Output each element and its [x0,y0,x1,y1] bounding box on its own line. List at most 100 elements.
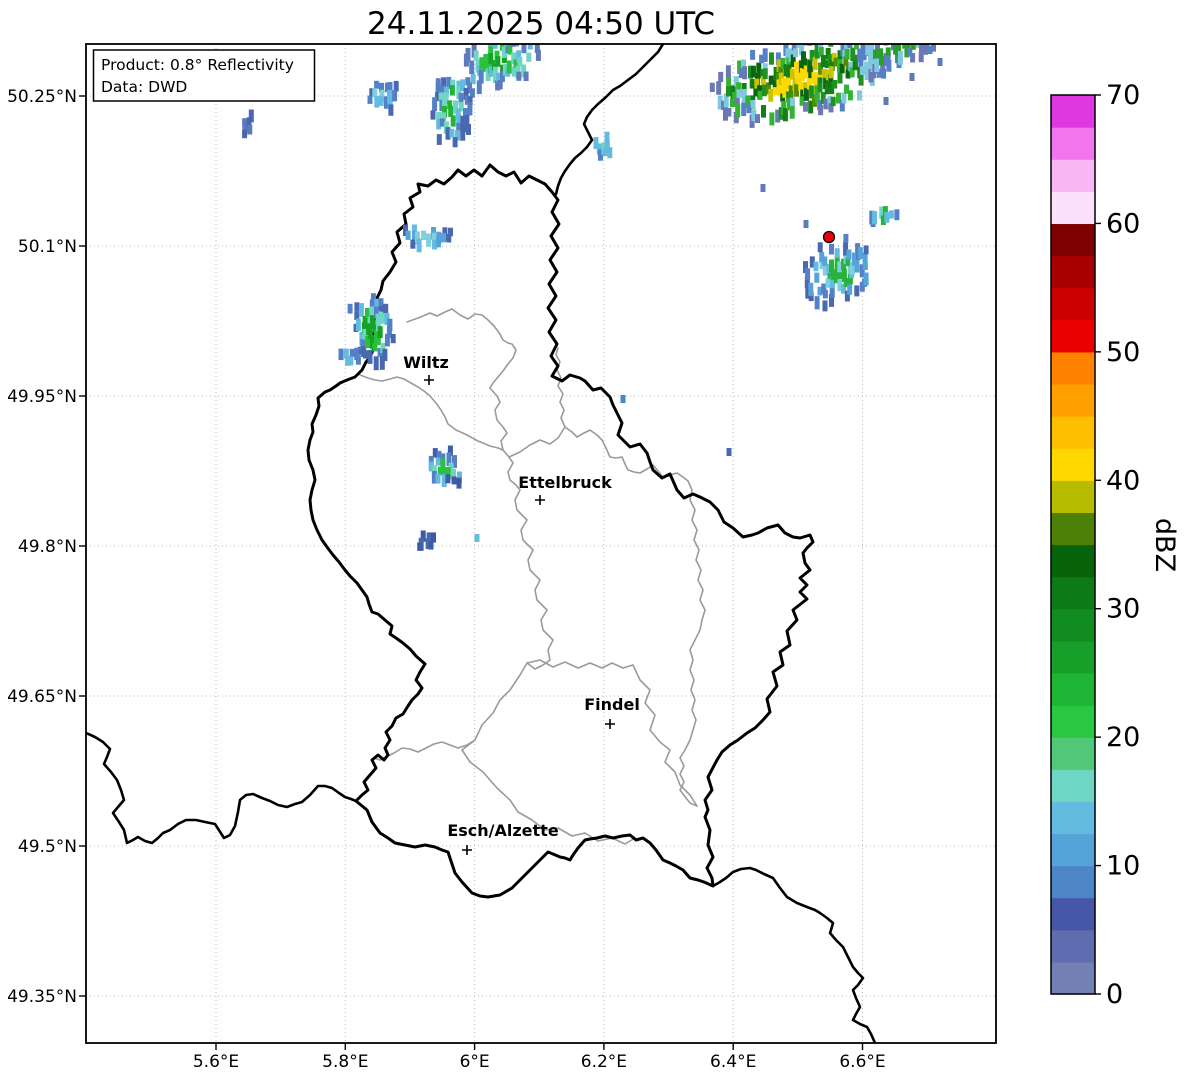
radar-echo-speck [937,58,943,66]
district-border-luxembourg-left [461,662,636,845]
radar-echo-cell [874,58,880,72]
radar-echo-cell [436,134,442,145]
radar-echo-speck [803,220,809,228]
district-border-luxembourg-top [526,659,698,807]
radar-echo-cell [863,245,869,255]
radar-echo-cell [432,97,438,112]
radar-echo-cell [478,70,484,84]
colorbar-band [1051,255,1095,289]
radar-echo-wiltz-cluster-sw [338,347,361,366]
radar-echo-cell [377,326,383,339]
radar-echo-cell [841,92,847,104]
x-tick-label: 6°E [460,1052,490,1072]
radar-echo-north-dash [242,109,254,139]
radar-echo-cell [435,473,441,484]
district-border-vianden [555,347,566,428]
radar-echo-cell [856,90,862,101]
district-border-wiltz-north [406,308,517,389]
city-label: Esch/Alzette [447,821,559,840]
x-tick-label: 6.6°E [839,1052,885,1072]
radar-echo-cell [348,356,354,366]
radar-echo-cell [812,56,818,71]
radar-echo-cell [735,104,741,118]
radar-echo-speck [760,184,766,192]
radar-echo-cell [392,90,398,102]
radar-echo-cell [789,105,795,119]
radar-echo-cell [467,102,473,116]
radar-echo-cell [448,105,454,117]
radar-echo-cell [374,80,380,89]
colorbar-band [1051,127,1095,160]
colorbar-band [1051,448,1095,481]
radar-echo-ne-storm-core [709,30,889,128]
colorbar-tick-label: 20 [1106,722,1140,753]
radar-echo-cell [726,107,732,117]
colorbar-band [1051,897,1095,931]
radar-echo-cell [769,52,774,65]
radar-echo-cell [417,542,423,551]
radar-echo-cell [535,49,541,61]
colorbar-tick-label: 30 [1106,594,1140,625]
radar-echo-cell [355,318,361,331]
radar-echo-cell [827,30,832,39]
city-plus-icon [535,495,545,505]
radar-echo-cell [445,474,451,484]
radar-echo-cell [844,49,850,60]
radar-echo-cell [347,303,353,314]
country-border-luxembourg [306,163,815,899]
radar-echo-speck [883,97,889,105]
colorbar-band [1051,287,1095,321]
city-label: Ettelbruck [518,473,612,492]
page-title: 24.11.2025 04:50 UTC [367,6,715,42]
radar-echo-cell [607,147,613,159]
radar-echo-north-cell-3 [367,80,399,116]
radar-echo-cell [894,209,900,221]
radar-site-marker [822,230,836,244]
radar-echo-cell [813,261,819,272]
radar-echo-cell [888,210,894,219]
radar-echo-cell [847,284,853,295]
radar-echo-north-cell-2 [430,76,475,148]
radar-echo-cell [495,56,501,67]
radar-echo-cell [449,128,455,138]
radar-echo-cell [858,73,864,86]
radar-echo-cell [843,233,849,243]
radar-echo-cell [793,48,799,58]
radar-echo-cell [814,272,820,283]
radar-echo-cell [808,282,814,296]
radar-echo-cell [742,66,748,80]
radar-echo-cell [854,285,860,297]
radar-echo-cell [914,30,919,42]
radar-echo-cell [886,60,892,72]
radar-map-figure: 24.11.2025 04:50 UTC Wiltz Ettelbruck Find… [0,0,1184,1081]
radar-echo-cell [430,110,436,120]
colorbar-tick-label: 50 [1106,337,1140,368]
radar-echo-cell [516,71,522,81]
radar-echo-cell [431,532,436,543]
colorbar-band [1051,191,1095,225]
radar-echo-speck [474,534,480,542]
city-label: Wiltz [403,353,449,372]
radar-echo-cell [897,50,903,65]
radar-echo-cell [456,477,462,489]
x-tick-label: 5.8°E [322,1052,368,1072]
radar-echo-cell [382,348,388,362]
radar-echo-south-dash [417,530,436,551]
radar-echo-cell [829,243,834,255]
radar-echo-cell [242,129,248,139]
colorbar-tick-label: 60 [1106,208,1140,239]
map-frame [85,43,997,1044]
radar-echo-cell [862,252,868,265]
radar-echo-cell [349,348,355,357]
radar-echo-cell [832,80,838,89]
radar-echo-cell [818,105,824,116]
radar-echo-cell [817,242,823,253]
x-tick-label: 6.2°E [581,1052,627,1072]
radar-echo-east-cell-small [869,206,900,227]
colorbar-band [1051,929,1095,963]
radar-echo-cell [726,86,731,97]
radar-echo-cell [834,248,840,258]
radar-echo-east-cluster [803,233,869,312]
radar-echo-cell [830,31,835,43]
y-tick-label: 49.95°N [7,387,77,407]
